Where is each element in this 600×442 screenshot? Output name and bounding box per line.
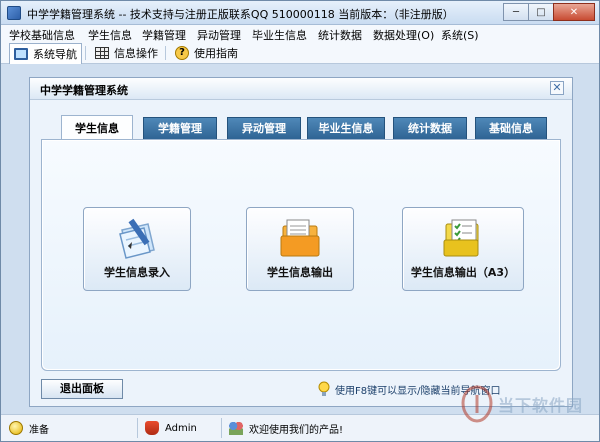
status-welcome-text: 欢迎使用我们的产品! bbox=[249, 424, 344, 436]
menu-student-info[interactable]: 学生信息 bbox=[88, 27, 132, 43]
grid-icon bbox=[95, 47, 109, 59]
student-output-a3-button[interactable]: 学生信息输出（A3） bbox=[402, 207, 524, 291]
lightbulb-icon bbox=[318, 381, 330, 396]
people-icon bbox=[229, 421, 243, 435]
folder-document-icon bbox=[280, 219, 320, 257]
window-title: 中学学籍管理系统 -- 技术支持与注册正版联系QQ 510000118 当前版本… bbox=[27, 8, 454, 21]
status-light-icon bbox=[9, 421, 23, 435]
status-separator bbox=[221, 418, 222, 438]
tool-system-nav[interactable]: 系统导航 bbox=[9, 43, 82, 64]
pen-paper-icon bbox=[119, 218, 155, 259]
tab-graduates[interactable]: 毕业生信息 bbox=[307, 117, 385, 139]
toolbar: 系统导航 信息操作 ? 使用指南 bbox=[1, 42, 599, 64]
status-ready-text: 准备 bbox=[29, 424, 49, 436]
app-icon bbox=[7, 6, 21, 20]
toolbar-separator bbox=[165, 46, 166, 60]
user-icon bbox=[145, 421, 159, 435]
menu-system[interactable]: 系统(S) bbox=[441, 27, 479, 43]
status-user: Admin bbox=[145, 419, 197, 437]
help-icon: ? bbox=[175, 46, 189, 60]
app-window: 中学学籍管理系统 -- 技术支持与注册正版联系QQ 510000118 当前版本… bbox=[0, 0, 600, 442]
menu-statistics[interactable]: 统计数据 bbox=[318, 27, 362, 43]
close-button[interactable]: ✕ bbox=[553, 3, 595, 21]
menu-bar: 学校基础信息 学生信息 学籍管理 异动管理 毕业生信息 统计数据 数据处理(O)… bbox=[1, 25, 599, 42]
minimize-button[interactable]: ─ bbox=[503, 3, 529, 21]
tab-student-info[interactable]: 学生信息 bbox=[61, 115, 133, 139]
tool-user-guide-label: 使用指南 bbox=[194, 47, 238, 60]
checklist-folder-icon bbox=[443, 219, 479, 257]
watermark-text: 当下软件园 bbox=[497, 396, 583, 415]
toolbar-separator bbox=[85, 46, 86, 60]
tab-changes[interactable]: 异动管理 bbox=[227, 117, 301, 139]
tool-info-ops-label: 信息操作 bbox=[114, 47, 158, 60]
tool-info-ops[interactable]: 信息操作 bbox=[91, 43, 162, 63]
student-output-button[interactable]: 学生信息输出 bbox=[246, 207, 354, 291]
student-entry-label: 学生信息录入 bbox=[104, 266, 170, 279]
status-separator bbox=[137, 418, 138, 438]
panel-title: 中学学籍管理系统 bbox=[40, 84, 128, 97]
watermark-logo-icon bbox=[461, 385, 493, 423]
tab-basic-info[interactable]: 基础信息 bbox=[475, 117, 547, 139]
menu-enrollment[interactable]: 学籍管理 bbox=[142, 27, 186, 43]
panel-title-bar: 中学学籍管理系统 ✕ bbox=[30, 78, 572, 100]
monitor-icon bbox=[14, 48, 28, 60]
menu-school-info[interactable]: 学校基础信息 bbox=[9, 27, 75, 43]
tool-user-guide[interactable]: ? 使用指南 bbox=[171, 43, 242, 63]
status-welcome: 欢迎使用我们的产品! bbox=[229, 419, 343, 437]
title-bar: 中学学籍管理系统 -- 技术支持与注册正版联系QQ 510000118 当前版本… bbox=[1, 1, 599, 25]
tab-statistics[interactable]: 统计数据 bbox=[393, 117, 467, 139]
maximize-button[interactable]: □ bbox=[528, 3, 554, 21]
menu-graduates[interactable]: 毕业生信息 bbox=[252, 27, 307, 43]
status-user-text: Admin bbox=[165, 422, 197, 434]
watermark: 当下软件园 bbox=[460, 385, 583, 423]
menu-data-process[interactable]: 数据处理(O) bbox=[373, 27, 434, 43]
window-controls: ─ □ ✕ bbox=[503, 3, 595, 21]
student-output-label: 学生信息输出 bbox=[267, 266, 333, 279]
menu-changes[interactable]: 异动管理 bbox=[197, 27, 241, 43]
panel-close-icon[interactable]: ✕ bbox=[550, 81, 564, 95]
student-entry-button[interactable]: 学生信息录入 bbox=[83, 207, 191, 291]
tab-enrollment[interactable]: 学籍管理 bbox=[143, 117, 217, 139]
student-output-a3-label: 学生信息输出（A3） bbox=[410, 266, 516, 279]
tool-system-nav-label: 系统导航 bbox=[33, 48, 77, 61]
exit-panel-button[interactable]: 退出面板 bbox=[41, 379, 123, 399]
status-ready: 准备 bbox=[9, 419, 49, 437]
